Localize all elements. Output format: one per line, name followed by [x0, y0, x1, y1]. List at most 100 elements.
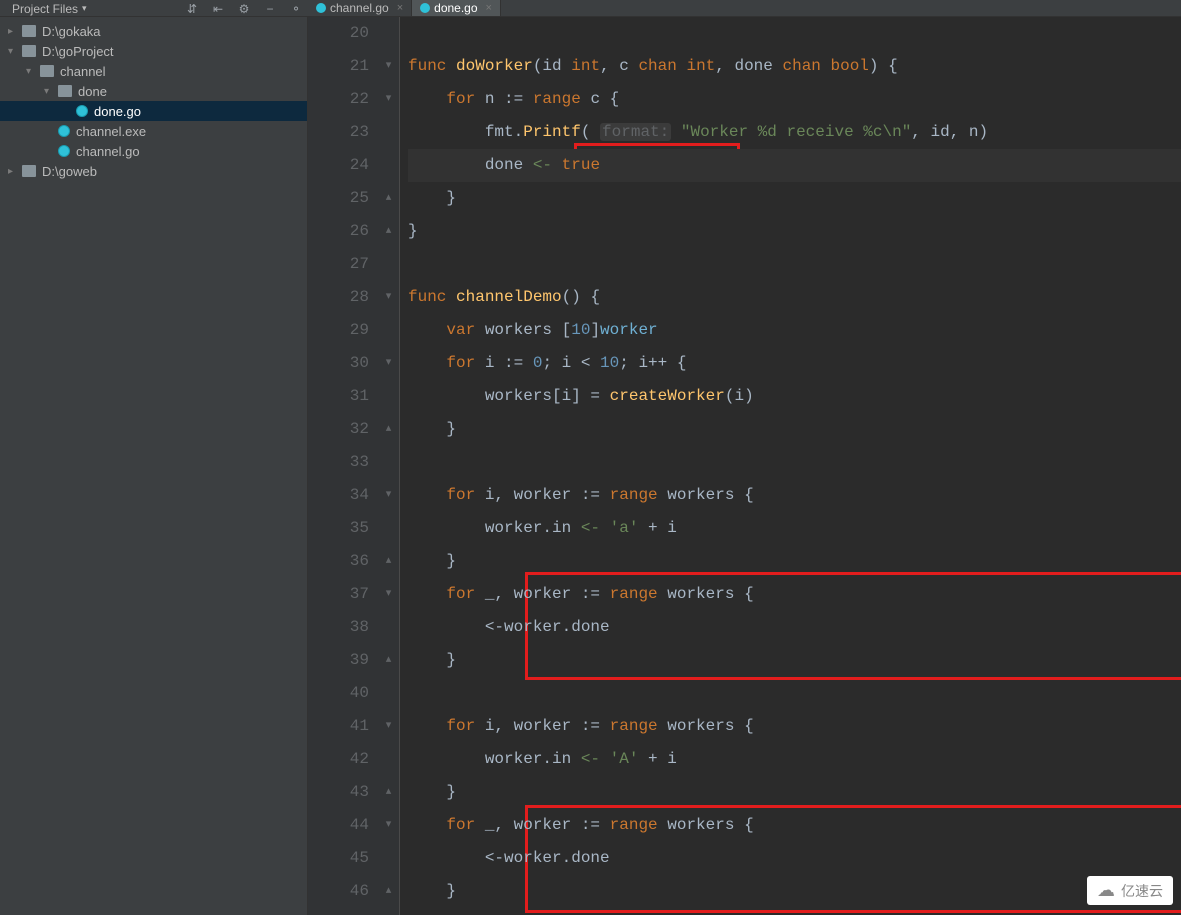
- code-line[interactable]: }: [408, 776, 1181, 809]
- project-tree[interactable]: D:\gokaka D:\goProject channeldonedone.go c…: [0, 17, 307, 181]
- code-token: [671, 123, 681, 141]
- code-line[interactable]: }: [408, 875, 1181, 908]
- code-line[interactable]: for _, worker := range workers {: [408, 809, 1181, 842]
- line-number: 31: [308, 380, 369, 413]
- extra-icon[interactable]: ⚬: [289, 2, 303, 16]
- tree-item-label: channel.go: [76, 144, 140, 159]
- line-number: 33: [308, 446, 369, 479]
- hide-icon[interactable]: −: [263, 2, 277, 16]
- code-token: <-: [581, 750, 610, 768]
- fold-marker-icon[interactable]: ▾: [378, 809, 399, 842]
- fold-marker-icon[interactable]: ▴: [378, 776, 399, 809]
- code-line[interactable]: }: [408, 644, 1181, 677]
- tree-row[interactable]: channel.exe: [0, 121, 307, 141]
- code-token: workers [: [485, 321, 571, 339]
- tree-row[interactable]: D:\goweb: [0, 161, 307, 181]
- go-file-icon: [58, 145, 70, 157]
- code-line[interactable]: done <- true: [408, 149, 1181, 182]
- code-token: [408, 717, 446, 735]
- tree-item-label: D:\goProject: [42, 44, 114, 59]
- code-line[interactable]: var workers [10]worker: [408, 314, 1181, 347]
- code-token: true: [562, 156, 600, 174]
- fold-marker-icon[interactable]: ▾: [378, 281, 399, 314]
- gear-icon[interactable]: ⚙: [237, 2, 251, 16]
- tree-arrow-icon[interactable]: [8, 166, 20, 177]
- fold-marker-icon[interactable]: ▴: [378, 215, 399, 248]
- code-token: chan int: [638, 57, 715, 75]
- code-line[interactable]: worker.in <- 'a' + i: [408, 512, 1181, 545]
- tree-arrow-icon[interactable]: [8, 46, 20, 57]
- code-token: chan bool: [782, 57, 868, 75]
- fold-marker-icon: [378, 677, 399, 710]
- fold-marker-icon: [378, 149, 399, 182]
- code-token: }: [408, 552, 456, 570]
- code-token: Printf: [523, 123, 581, 141]
- fold-marker-icon[interactable]: ▴: [378, 644, 399, 677]
- code-line[interactable]: }: [408, 182, 1181, 215]
- fold-marker-icon[interactable]: ▾: [378, 83, 399, 116]
- tree-row[interactable]: D:\gokaka: [0, 21, 307, 41]
- code-line[interactable]: [408, 248, 1181, 281]
- fold-marker-icon[interactable]: ▾: [378, 50, 399, 83]
- code-line[interactable]: workers[i] = createWorker(i): [408, 380, 1181, 413]
- tree-row[interactable]: done: [0, 81, 307, 101]
- code-line[interactable]: [408, 446, 1181, 479]
- tree-arrow-icon[interactable]: [26, 66, 38, 77]
- fold-marker-icon[interactable]: ▾: [378, 347, 399, 380]
- code-line[interactable]: worker.in <- 'A' + i: [408, 743, 1181, 776]
- code-line[interactable]: func doWorker(id int, c chan int, done c…: [408, 50, 1181, 83]
- tree-arrow-icon[interactable]: [8, 26, 20, 37]
- code-line[interactable]: }: [408, 215, 1181, 248]
- editor-tab[interactable]: channel.go×: [308, 0, 412, 16]
- code-area[interactable]: func doWorker(id int, c chan int, done c…: [400, 17, 1181, 915]
- line-number: 21: [308, 50, 369, 83]
- close-icon[interactable]: ×: [397, 2, 403, 14]
- editor-tab[interactable]: done.go×: [412, 0, 501, 16]
- code-line[interactable]: }: [408, 413, 1181, 446]
- fold-marker-icon: [378, 611, 399, 644]
- code-line[interactable]: func channelDemo() {: [408, 281, 1181, 314]
- fold-marker-icon[interactable]: ▴: [378, 875, 399, 908]
- line-number: 41: [308, 710, 369, 743]
- code-line[interactable]: <-worker.done: [408, 842, 1181, 875]
- tree-row[interactable]: D:\goProject: [0, 41, 307, 61]
- fold-marker-icon[interactable]: ▾: [378, 710, 399, 743]
- code-token: }: [408, 222, 418, 240]
- fold-marker-icon: [378, 842, 399, 875]
- tree-row[interactable]: channel.go: [0, 141, 307, 161]
- project-files-dropdown[interactable]: Project Files ▾: [0, 0, 87, 17]
- fold-marker-icon[interactable]: ▴: [378, 545, 399, 578]
- code-token: (id: [533, 57, 571, 75]
- code-editor[interactable]: 2021222324252627282930313233343536373839…: [308, 17, 1181, 915]
- tree-arrow-icon[interactable]: [44, 86, 56, 97]
- code-line[interactable]: fmt.Printf( format: "Worker %d receive %…: [408, 116, 1181, 149]
- code-line[interactable]: <-worker.done: [408, 611, 1181, 644]
- code-line[interactable]: for n := range c {: [408, 83, 1181, 116]
- code-line[interactable]: for i := 0; i < 10; i++ {: [408, 347, 1181, 380]
- fold-gutter[interactable]: ▾▾▴▴▾▾▴▾▴▾▴▾▴▾▴: [378, 17, 400, 915]
- code-token: , done: [715, 57, 782, 75]
- code-line[interactable]: [408, 17, 1181, 50]
- code-token: for: [446, 354, 484, 372]
- fold-marker-icon[interactable]: ▴: [378, 413, 399, 446]
- fold-marker-icon: [378, 512, 399, 545]
- tree-row[interactable]: channel: [0, 61, 307, 81]
- collapse-icon[interactable]: ⇤: [211, 2, 225, 16]
- fold-marker-icon[interactable]: ▾: [378, 578, 399, 611]
- code-line[interactable]: }: [408, 545, 1181, 578]
- tree-item-label: channel.exe: [76, 124, 146, 139]
- code-token: ) {: [869, 57, 898, 75]
- close-icon[interactable]: ×: [486, 2, 492, 14]
- scroll-from-source-icon[interactable]: ⇵: [185, 2, 199, 16]
- code-line[interactable]: [408, 677, 1181, 710]
- code-line[interactable]: for _, worker := range workers {: [408, 578, 1181, 611]
- fold-marker-icon[interactable]: ▾: [378, 479, 399, 512]
- code-token: [408, 321, 446, 339]
- line-number: 36: [308, 545, 369, 578]
- code-line[interactable]: for i, worker := range workers {: [408, 710, 1181, 743]
- tree-row[interactable]: done.go: [0, 101, 307, 121]
- watermark: ☁ 亿速云: [1087, 876, 1173, 905]
- go-file-icon: [58, 125, 70, 137]
- code-line[interactable]: for i, worker := range workers {: [408, 479, 1181, 512]
- fold-marker-icon[interactable]: ▴: [378, 182, 399, 215]
